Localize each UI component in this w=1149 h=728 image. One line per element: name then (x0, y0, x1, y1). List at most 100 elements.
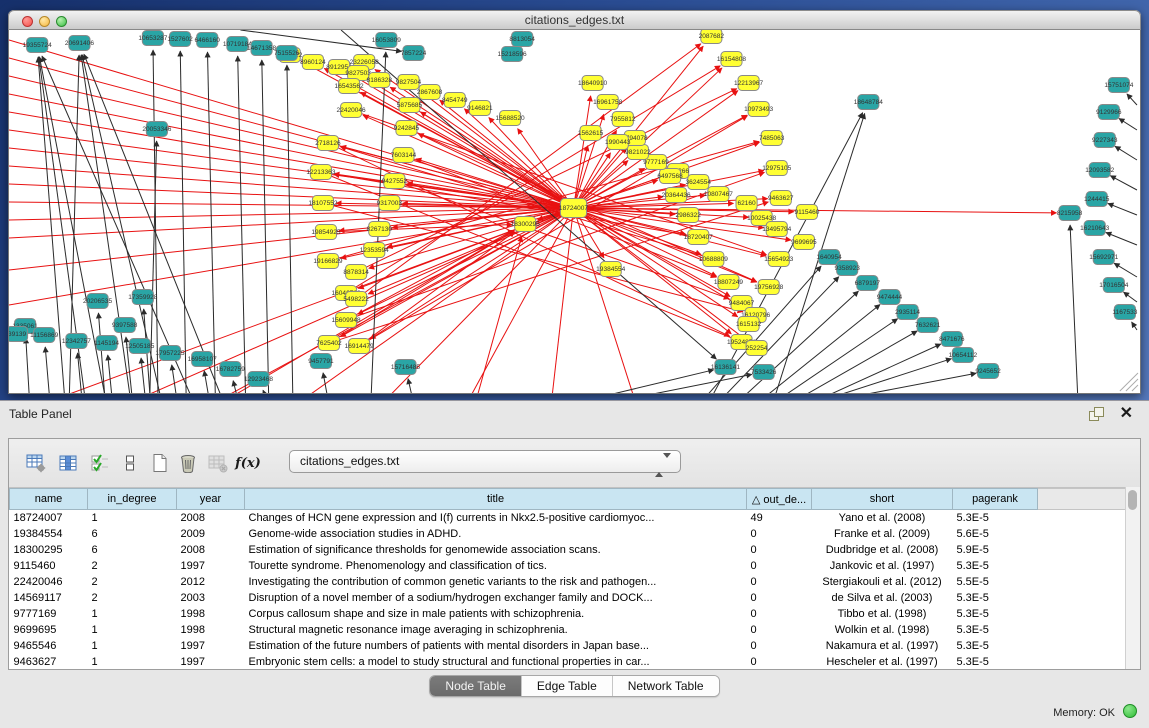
column-header-year[interactable]: year (177, 489, 245, 510)
graph-edge[interactable] (9, 209, 563, 238)
table-row[interactable]: 1830029562008Estimation of significance … (10, 542, 1127, 558)
table-cell[interactable]: 5.3E-5 (953, 590, 1038, 606)
table-cell[interactable]: 2009 (177, 526, 245, 542)
table-cell[interactable]: 1997 (177, 654, 245, 670)
graph-edge[interactable] (9, 40, 564, 205)
graph-edge[interactable] (26, 338, 29, 393)
table-cell[interactable]: Nakamura et al. (1997) (812, 638, 953, 654)
delete-column-icon[interactable] (177, 452, 199, 474)
table-cell[interactable]: 6 (88, 526, 177, 542)
graph-edge[interactable] (613, 370, 714, 393)
table-cell[interactable]: 1 (88, 654, 177, 670)
table-cell[interactable]: 5.6E-5 (953, 526, 1038, 542)
table-cell[interactable]: 5.3E-5 (953, 510, 1038, 527)
graph-edge[interactable] (9, 112, 564, 206)
graph-edge[interactable] (1119, 118, 1137, 130)
graph-edge[interactable] (263, 390, 265, 393)
table-cell[interactable]: 2003 (177, 590, 245, 606)
row-height-icon[interactable] (119, 452, 141, 474)
graph-edge[interactable] (108, 355, 112, 393)
table-cell[interactable]: 2 (88, 590, 177, 606)
table-cell[interactable]: Tibbo et al. (1998) (812, 606, 953, 622)
table-row[interactable]: 1872400712008Changes of HCN gene express… (10, 510, 1127, 527)
graph-edge[interactable] (1070, 225, 1078, 393)
table-cell[interactable]: Estimation of significance thresholds fo… (245, 542, 747, 558)
table-cell[interactable]: 1 (88, 622, 177, 638)
table-cell[interactable]: Investigating the contribution of common… (245, 574, 747, 590)
table-cell[interactable]: 6 (88, 542, 177, 558)
graph-edge[interactable] (238, 56, 246, 393)
table-cell[interactable]: Franke et al. (2009) (812, 526, 953, 542)
table-cell[interactable]: 2 (88, 558, 177, 574)
table-cell[interactable]: 9465546 (10, 638, 88, 654)
table-cell[interactable]: 0 (747, 558, 812, 574)
table-cell[interactable]: 0 (747, 638, 812, 654)
table-cell[interactable]: Tourette syndrome. Phenomenology and cla… (245, 558, 747, 574)
graph-edge[interactable] (204, 371, 208, 393)
table-cell[interactable]: 5.3E-5 (953, 558, 1038, 574)
table-row[interactable]: 1938455462009Genome-wide association stu… (10, 526, 1127, 542)
table-cell[interactable]: 49 (747, 510, 812, 527)
table-cell[interactable]: Yano et al. (2008) (812, 510, 953, 527)
column-header-in-degree[interactable]: in_degree (88, 489, 177, 510)
table-cell[interactable]: Corpus callosum shape and size in male p… (245, 606, 747, 622)
memory-ok-indicator[interactable] (1123, 704, 1137, 718)
table-cell[interactable]: 2012 (177, 574, 245, 590)
table-cell[interactable]: 5.5E-5 (953, 574, 1038, 590)
table-cell[interactable]: 18300295 (10, 542, 88, 558)
table-cell[interactable]: Disruption of a novel member of a sodium… (245, 590, 747, 606)
network-table-select[interactable]: citations_edges.txt (289, 450, 681, 473)
column-header-pagerank[interactable]: pagerank (953, 489, 1038, 510)
table-cell[interactable]: 5.3E-5 (953, 638, 1038, 654)
table-scrollbar[interactable] (1125, 487, 1140, 669)
table-cell[interactable]: Wolkin et al. (1998) (812, 622, 953, 638)
table-cell[interactable]: 2008 (177, 510, 245, 527)
float-window-icon[interactable] (1089, 407, 1103, 421)
graph-edge[interactable] (9, 130, 564, 207)
table-cell[interactable]: 0 (747, 574, 812, 590)
tab-node-table[interactable]: Node Table (430, 676, 521, 696)
table-cell[interactable]: 1997 (177, 558, 245, 574)
function-builder-icon[interactable]: f(x) (237, 452, 259, 474)
graph-edge[interactable] (575, 96, 591, 198)
table-cell[interactable]: 9463627 (10, 654, 88, 670)
graph-edge[interactable] (45, 347, 49, 393)
table-cell[interactable]: Estimation of the future numbers of pati… (245, 638, 747, 654)
table-cell[interactable]: Dudbridge et al. (2008) (812, 542, 953, 558)
close-panel-icon[interactable]: ✕ (1120, 403, 1133, 423)
table-cell[interactable]: 9777169 (10, 606, 88, 622)
table-row[interactable]: 911546021997Tourette syndrome. Phenomeno… (10, 558, 1127, 574)
table-cell[interactable]: 0 (747, 542, 812, 558)
graph-edge[interactable] (9, 184, 563, 208)
table-cell[interactable]: Changes of HCN gene expression and I(f) … (245, 510, 747, 527)
show-columns-icon[interactable] (57, 452, 79, 474)
table-cell[interactable]: 9115460 (10, 558, 88, 574)
column-header-title[interactable]: title (245, 489, 747, 510)
network-canvas[interactable]: 1872400718300295746582289601248912954232… (8, 30, 1141, 394)
window-titlebar[interactable]: citations_edges.txt (8, 10, 1141, 30)
table-cell[interactable]: 5.3E-5 (953, 606, 1038, 622)
table-cell[interactable]: 19384554 (10, 526, 88, 542)
table-cell[interactable]: Hescheler et al. (1997) (812, 654, 953, 670)
column-header-short[interactable]: short (812, 489, 953, 510)
select-attributes-icon[interactable] (89, 452, 111, 474)
graph-edge[interactable] (153, 50, 158, 393)
tab-network-table[interactable]: Network Table (612, 676, 719, 696)
table-cell[interactable]: 2 (88, 574, 177, 590)
table-cell[interactable]: Genome-wide association studies in ADHD. (245, 526, 747, 542)
table-scrollbar-thumb[interactable] (1128, 490, 1137, 510)
table-cell[interactable]: Jankovic et al. (1997) (812, 558, 953, 574)
table-settings-icon[interactable] (25, 452, 47, 474)
table-row[interactable]: 2242004622012Investigating the contribut… (10, 574, 1127, 590)
table-cell[interactable]: 1998 (177, 622, 245, 638)
table-cell[interactable]: Embryonic stem cells: a model to study s… (245, 654, 747, 670)
table-cell[interactable]: 5.3E-5 (953, 654, 1038, 670)
table-row[interactable]: 946554611997Estimation of the future num… (10, 638, 1127, 654)
graph-edge[interactable] (180, 51, 186, 393)
table-cell[interactable]: 1 (88, 638, 177, 654)
graph-edge[interactable] (141, 358, 145, 393)
table-cell[interactable]: 1997 (177, 638, 245, 654)
table-cell[interactable]: 0 (747, 590, 812, 606)
graph-edge[interactable] (98, 313, 104, 393)
table-cell[interactable]: 5.9E-5 (953, 542, 1038, 558)
